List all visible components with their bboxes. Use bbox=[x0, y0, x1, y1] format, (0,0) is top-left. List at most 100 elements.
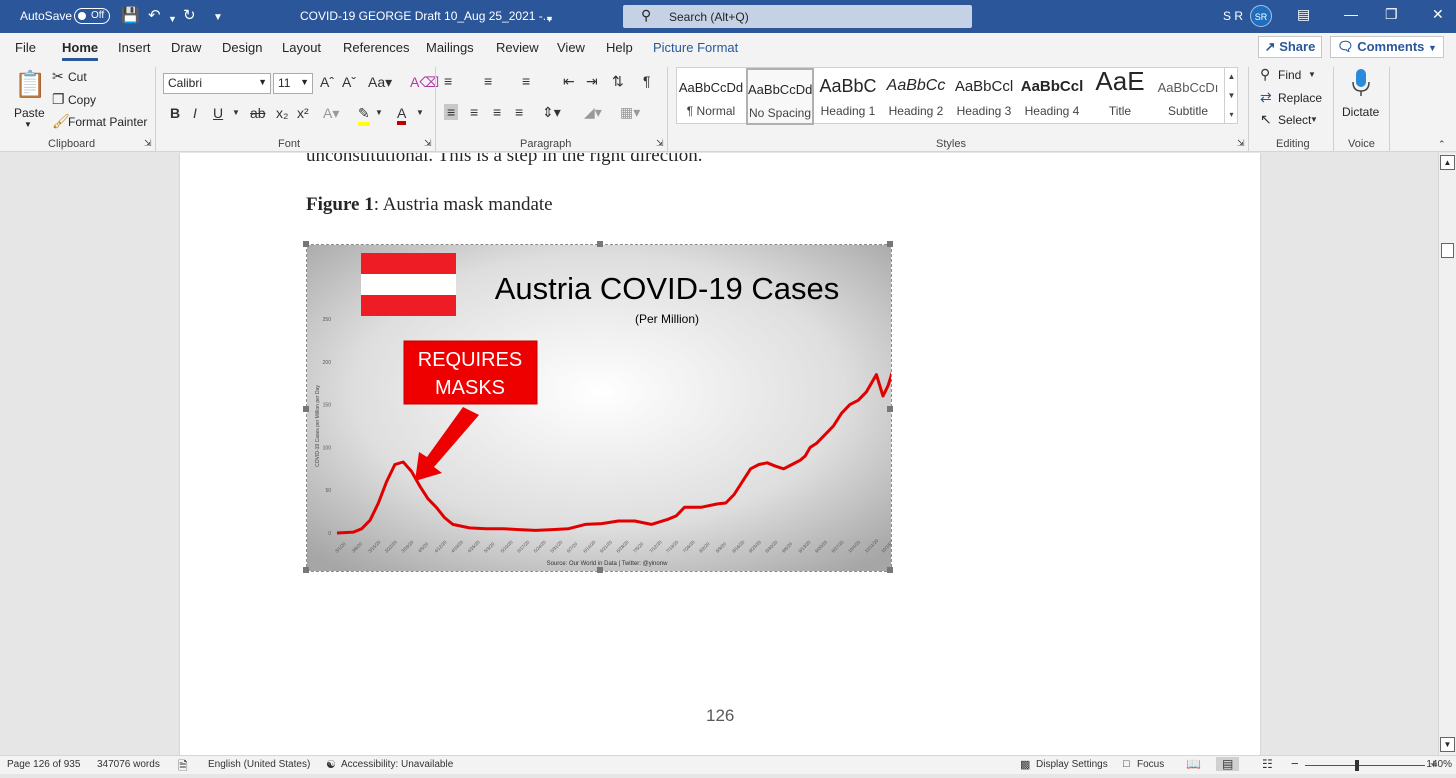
replace-button[interactable]: Replace bbox=[1278, 91, 1322, 105]
tab-references[interactable]: References bbox=[343, 40, 409, 55]
italic-icon[interactable]: I bbox=[193, 105, 197, 121]
bold-icon[interactable]: B bbox=[170, 105, 180, 121]
page-count[interactable]: Page 126 of 935 bbox=[7, 759, 80, 770]
accessibility-status[interactable]: Accessibility: Unavailable bbox=[341, 759, 453, 770]
save-icon[interactable]: 💾 bbox=[121, 7, 140, 25]
resize-handle[interactable] bbox=[597, 241, 603, 247]
selected-picture[interactable]: Austria COVID-19 Cases (Per Million) 0 50… bbox=[303, 241, 893, 573]
tab-home[interactable]: Home bbox=[62, 40, 99, 61]
zoom-level[interactable]: 140% bbox=[1426, 759, 1452, 770]
underline-icon[interactable]: U bbox=[213, 105, 223, 121]
style-heading-3[interactable]: AaBbCcl Heading 3 bbox=[950, 68, 1018, 125]
avatar[interactable]: SR bbox=[1250, 5, 1272, 27]
style-subtitle[interactable]: AaBbCcDı Subtitle bbox=[1154, 68, 1222, 125]
customize-qat-icon[interactable]: ▼ bbox=[213, 9, 223, 27]
chevron-down-icon[interactable]: ▼ bbox=[1225, 86, 1238, 105]
highlight-icon[interactable]: ✎ bbox=[358, 105, 370, 126]
font-color-icon[interactable]: A bbox=[397, 105, 407, 125]
dialog-launcher-icon[interactable]: ⇲ bbox=[144, 138, 152, 149]
text-effects-icon[interactable]: A▾ bbox=[323, 105, 339, 122]
search-box[interactable]: ⚲ Search (Alt+Q) bbox=[623, 5, 972, 28]
shading-icon[interactable]: ◢▾ bbox=[584, 104, 602, 121]
chevron-up-icon[interactable]: ▲ bbox=[1225, 67, 1238, 86]
resize-handle[interactable] bbox=[303, 406, 309, 412]
format-painter-button[interactable]: Format Painter bbox=[68, 115, 147, 129]
scroll-down-icon[interactable]: ▼ bbox=[1440, 737, 1455, 752]
strikethrough-icon[interactable]: ab bbox=[250, 105, 266, 121]
dialog-launcher-icon[interactable]: ⇲ bbox=[1237, 138, 1245, 149]
bullets-icon[interactable]: ≡ bbox=[444, 73, 452, 89]
align-center-icon[interactable]: ≡ bbox=[470, 104, 478, 120]
vertical-scrollbar[interactable]: ▲ ▼ bbox=[1438, 153, 1456, 755]
ribbon-display-icon[interactable]: ▤ bbox=[1297, 6, 1310, 23]
figure-caption[interactable]: Figure 1: Austria mask mandate bbox=[306, 194, 553, 216]
tab-file[interactable]: File bbox=[15, 40, 36, 55]
align-left-icon[interactable]: ≡ bbox=[444, 104, 459, 120]
style-no-spacing[interactable]: AaBbCcDd No Spacing bbox=[746, 68, 814, 125]
tab-mailings[interactable]: Mailings bbox=[426, 40, 474, 55]
numbering-icon[interactable]: ≡ bbox=[484, 73, 492, 89]
close-icon[interactable]: ✕ bbox=[1432, 6, 1444, 23]
zoom-slider-thumb[interactable] bbox=[1355, 760, 1359, 771]
decrease-indent-icon[interactable]: ⇤ bbox=[563, 73, 575, 90]
body-text-line[interactable]: unconstitutional. This is a step in the … bbox=[306, 153, 703, 167]
tab-review[interactable]: Review bbox=[496, 40, 539, 55]
style-heading-2[interactable]: AaBbCc Heading 2 bbox=[882, 68, 950, 125]
web-layout-icon[interactable]: ☷ bbox=[1262, 757, 1273, 771]
font-size-select[interactable]: 11 ▼ bbox=[273, 73, 313, 94]
resize-handle[interactable] bbox=[887, 406, 893, 412]
multilevel-list-icon[interactable]: ≡ bbox=[522, 73, 530, 89]
resize-handle[interactable] bbox=[887, 241, 893, 247]
zoom-slider[interactable] bbox=[1305, 765, 1425, 766]
read-mode-icon[interactable]: 📖 bbox=[1186, 757, 1201, 771]
scroll-up-icon[interactable]: ▲ bbox=[1440, 155, 1455, 170]
dialog-launcher-icon[interactable]: ⇲ bbox=[424, 138, 432, 149]
font-family-select[interactable]: Calibri ▼ bbox=[163, 73, 271, 94]
display-settings-button[interactable]: Display Settings bbox=[1036, 759, 1108, 770]
tab-help[interactable]: Help bbox=[606, 40, 633, 55]
highlight-dropdown-icon[interactable]: ▼ bbox=[375, 108, 383, 117]
grow-font-icon[interactable]: Aˆ bbox=[320, 74, 334, 90]
borders-icon[interactable]: ▦▾ bbox=[620, 104, 640, 121]
justify-icon[interactable]: ≡ bbox=[515, 104, 523, 120]
tab-layout[interactable]: Layout bbox=[282, 40, 321, 55]
dialog-launcher-icon[interactable]: ⇲ bbox=[656, 138, 664, 149]
select-button[interactable]: Select bbox=[1278, 113, 1311, 127]
paste-button[interactable]: 📋 Paste ▼ bbox=[10, 67, 46, 131]
zoom-out-icon[interactable]: − bbox=[1291, 756, 1299, 771]
underline-dropdown-icon[interactable]: ▼ bbox=[232, 108, 240, 117]
tab-design[interactable]: Design bbox=[222, 40, 262, 55]
styles-gallery-scroll[interactable]: ▲ ▼ ▾ bbox=[1224, 67, 1238, 124]
tab-picture-format[interactable]: Picture Format bbox=[653, 40, 738, 55]
restore-icon[interactable]: ❐ bbox=[1385, 6, 1398, 23]
line-spacing-icon[interactable]: ⇕▾ bbox=[542, 104, 561, 121]
comments-button[interactable]: 🗨 Comments ▼ bbox=[1330, 36, 1444, 58]
dictate-button[interactable]: Dictate bbox=[1340, 67, 1382, 125]
undo-dropdown-icon[interactable]: ▼ bbox=[168, 10, 177, 28]
increase-indent-icon[interactable]: ⇥ bbox=[586, 73, 598, 90]
more-icon[interactable]: ▾ bbox=[1225, 105, 1238, 124]
tab-draw[interactable]: Draw bbox=[171, 40, 201, 55]
style-normal[interactable]: AaBbCcDd ¶ Normal bbox=[677, 68, 745, 125]
title-dropdown-icon[interactable]: ▼ bbox=[545, 10, 554, 28]
document-title[interactable]: COVID-19 GEORGE Draft 10_Aug 25_2021 -..… bbox=[300, 9, 553, 23]
cut-button[interactable]: Cut bbox=[68, 70, 87, 84]
copy-button[interactable]: Copy bbox=[68, 93, 96, 107]
find-button[interactable]: Find bbox=[1278, 68, 1301, 82]
scroll-thumb[interactable] bbox=[1441, 243, 1454, 258]
language[interactable]: English (United States) bbox=[208, 759, 310, 770]
show-formatting-icon[interactable]: ¶ bbox=[643, 73, 651, 89]
resize-handle[interactable] bbox=[303, 567, 309, 573]
print-layout-icon[interactable]: ▤ bbox=[1216, 757, 1240, 771]
collapse-ribbon-icon[interactable]: ⌃ bbox=[1438, 139, 1446, 150]
focus-button[interactable]: Focus bbox=[1137, 759, 1164, 770]
style-heading-4[interactable]: AaBbCcl Heading 4 bbox=[1018, 68, 1086, 125]
shrink-font-icon[interactable]: Aˇ bbox=[342, 74, 356, 90]
font-color-dropdown-icon[interactable]: ▼ bbox=[416, 108, 424, 117]
autosave-toggle[interactable]: Off bbox=[74, 8, 110, 24]
superscript-icon[interactable]: x² bbox=[297, 105, 309, 121]
style-heading-1[interactable]: AaBbC Heading 1 bbox=[814, 68, 882, 125]
minimize-icon[interactable]: — bbox=[1344, 6, 1358, 22]
change-case-icon[interactable]: Aa▾ bbox=[368, 74, 392, 91]
proofing-icon[interactable]: 🗎 bbox=[178, 757, 188, 778]
